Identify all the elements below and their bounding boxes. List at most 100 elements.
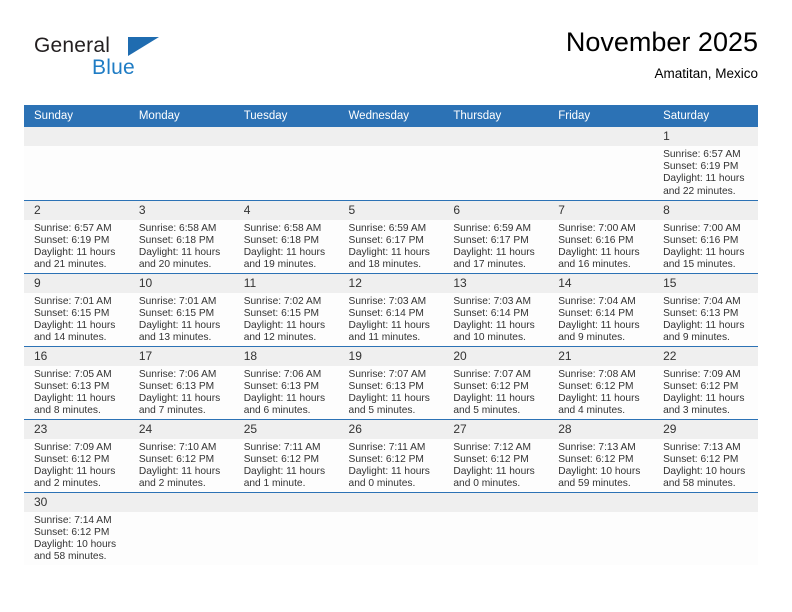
calendar-empty-cell bbox=[338, 492, 444, 565]
daylight-text-line1: Daylight: 11 hours bbox=[138, 392, 221, 404]
daylight-text-line2: and 59 minutes. bbox=[558, 478, 631, 490]
daylight-text-line1: Daylight: 11 hours bbox=[138, 319, 221, 331]
calendar-day-cell[interactable]: 15 Sunrise: 7:04 AM Sunset: 6:13 PM Dayligh… bbox=[653, 273, 758, 347]
day-number: 29 bbox=[653, 419, 758, 439]
day-number bbox=[338, 127, 444, 146]
calendar-day-cell[interactable]: 18 Sunrise: 7:06 AM Sunset: 6:13 PM Dayligh… bbox=[233, 346, 339, 420]
sunrise-text: Sunrise: 7:02 AM bbox=[243, 295, 322, 307]
day-number bbox=[24, 127, 129, 146]
sunset-text: Sunset: 6:12 PM bbox=[243, 453, 320, 465]
day-number: 9 bbox=[24, 273, 129, 293]
day-details: Sunrise: 7:07 AM Sunset: 6:12 PM Daylight:… bbox=[443, 366, 548, 418]
daylight-text-line1: Daylight: 11 hours bbox=[453, 392, 535, 404]
day-number bbox=[233, 492, 339, 512]
sunrise-text: Sunrise: 7:09 AM bbox=[663, 368, 741, 380]
calendar-day-cell[interactable]: 19 Sunrise: 7:07 AM Sunset: 6:13 PM Dayligh… bbox=[338, 346, 444, 420]
weekday-header-row: Sunday Monday Tuesday Wednesday Thursday… bbox=[24, 105, 758, 127]
calendar-empty-cell bbox=[338, 127, 444, 201]
day-details: Sunrise: 7:14 AM Sunset: 6:12 PM Daylight:… bbox=[24, 512, 129, 564]
day-details: Sunrise: 6:57 AM Sunset: 6:19 PM Daylight:… bbox=[653, 146, 758, 198]
day-number: 22 bbox=[653, 346, 758, 366]
sunset-text: Sunset: 6:19 PM bbox=[663, 161, 739, 173]
calendar-day-cell[interactable]: 27 Sunrise: 7:12 AM Sunset: 6:12 PM Dayligh… bbox=[443, 419, 549, 493]
daylight-text-line2: and 22 minutes. bbox=[663, 185, 736, 197]
calendar-day-cell[interactable]: 3 Sunrise: 6:58 AM Sunset: 6:18 PM Daylight… bbox=[128, 200, 234, 274]
calendar-day-cell[interactable]: 1 Sunrise: 6:57 AM Sunset: 6:19 PM Daylight… bbox=[653, 127, 758, 201]
calendar-day-cell[interactable]: 17 Sunrise: 7:06 AM Sunset: 6:13 PM Dayligh… bbox=[128, 346, 234, 420]
daylight-text-line2: and 15 minutes. bbox=[663, 259, 736, 271]
daylight-text-line1: Daylight: 11 hours bbox=[663, 173, 745, 185]
daylight-text-line1: Daylight: 11 hours bbox=[34, 465, 116, 477]
daylight-text-line2: and 21 minutes. bbox=[34, 259, 107, 271]
daylight-text-line2: and 5 minutes. bbox=[453, 405, 521, 417]
sunrise-text: Sunrise: 7:11 AM bbox=[243, 441, 321, 453]
calendar-day-cell[interactable]: 20 Sunrise: 7:07 AM Sunset: 6:12 PM Dayligh… bbox=[443, 346, 549, 420]
daylight-text-line1: Daylight: 11 hours bbox=[558, 319, 640, 331]
calendar-day-cell[interactable]: 28 Sunrise: 7:13 AM Sunset: 6:12 PM Dayligh… bbox=[548, 419, 654, 493]
sunrise-text: Sunrise: 7:05 AM bbox=[34, 368, 112, 380]
day-details: Sunrise: 7:01 AM Sunset: 6:15 PM Daylight:… bbox=[24, 293, 129, 345]
calendar-day-cell[interactable]: 4 Sunrise: 6:58 AM Sunset: 6:18 PM Daylight… bbox=[233, 200, 339, 274]
day-number: 18 bbox=[233, 346, 339, 366]
day-details: Sunrise: 7:06 AM Sunset: 6:13 PM Daylight:… bbox=[234, 366, 339, 418]
daylight-text-line1: Daylight: 10 hours bbox=[34, 538, 117, 550]
daylight-text-line2: and 2 minutes. bbox=[138, 478, 206, 490]
calendar-day-cell[interactable]: 6 Sunrise: 6:59 AM Sunset: 6:17 PM Daylight… bbox=[443, 200, 549, 274]
daylight-text-line1: Daylight: 11 hours bbox=[453, 246, 535, 258]
sunset-text: Sunset: 6:12 PM bbox=[453, 453, 529, 465]
daylight-text-line2: and 0 minutes. bbox=[453, 478, 521, 490]
weekday-header-sunday: Sunday bbox=[24, 105, 129, 127]
sunrise-text: Sunrise: 6:59 AM bbox=[453, 222, 531, 234]
daylight-text-line1: Daylight: 11 hours bbox=[348, 246, 430, 258]
day-details: Sunrise: 7:07 AM Sunset: 6:13 PM Daylight:… bbox=[339, 366, 444, 418]
sunrise-text: Sunrise: 7:10 AM bbox=[138, 441, 217, 453]
page-title: November 2025 bbox=[565, 27, 758, 57]
daylight-text-line1: Daylight: 11 hours bbox=[348, 392, 430, 404]
weekday-header-tuesday: Tuesday bbox=[233, 105, 339, 127]
sunset-text: Sunset: 6:12 PM bbox=[558, 380, 634, 392]
weekday-header-friday: Friday bbox=[548, 105, 654, 127]
calendar-empty-cell bbox=[443, 492, 549, 565]
daylight-text-line2: and 10 minutes. bbox=[453, 332, 526, 344]
sunset-text: Sunset: 6:14 PM bbox=[453, 307, 529, 319]
day-details: Sunrise: 7:06 AM Sunset: 6:13 PM Daylight:… bbox=[129, 366, 234, 418]
calendar-day-cell[interactable]: 12 Sunrise: 7:03 AM Sunset: 6:14 PM Dayligh… bbox=[338, 273, 444, 347]
sunrise-text: Sunrise: 7:06 AM bbox=[243, 368, 322, 380]
calendar-day-cell[interactable]: 8 Sunrise: 7:00 AM Sunset: 6:16 PM Daylight… bbox=[653, 200, 758, 274]
calendar-empty-cell bbox=[128, 127, 234, 201]
daylight-text-line2: and 11 minutes. bbox=[348, 332, 421, 344]
calendar-day-cell[interactable]: 23 Sunrise: 7:09 AM Sunset: 6:12 PM Dayligh… bbox=[24, 419, 129, 493]
daylight-text-line2: and 13 minutes. bbox=[138, 332, 212, 344]
daylight-text-line2: and 9 minutes. bbox=[663, 332, 730, 344]
calendar-day-cell[interactable]: 30 Sunrise: 7:14 AM Sunset: 6:12 PM Dayligh… bbox=[24, 492, 129, 565]
calendar-day-cell[interactable]: 24 Sunrise: 7:10 AM Sunset: 6:12 PM Dayligh… bbox=[128, 419, 234, 493]
sunrise-text: Sunrise: 7:06 AM bbox=[138, 368, 217, 380]
calendar-day-cell[interactable]: 10 Sunrise: 7:01 AM Sunset: 6:15 PM Dayligh… bbox=[128, 273, 234, 347]
sunrise-text: Sunrise: 7:00 AM bbox=[663, 222, 741, 234]
day-details: Sunrise: 7:04 AM Sunset: 6:13 PM Daylight:… bbox=[653, 293, 758, 345]
calendar-day-cell[interactable]: 14 Sunrise: 7:04 AM Sunset: 6:14 PM Dayligh… bbox=[548, 273, 654, 347]
day-number bbox=[338, 492, 444, 512]
calendar-day-cell[interactable]: 16 Sunrise: 7:05 AM Sunset: 6:13 PM Dayligh… bbox=[24, 346, 129, 420]
calendar-day-cell[interactable]: 11 Sunrise: 7:02 AM Sunset: 6:15 PM Dayligh… bbox=[233, 273, 339, 347]
calendar-body: 1 Sunrise: 6:57 AM Sunset: 6:19 PM Daylight… bbox=[24, 127, 758, 565]
calendar-day-cell[interactable]: 9 Sunrise: 7:01 AM Sunset: 6:15 PM Daylight… bbox=[24, 273, 129, 347]
calendar-day-cell[interactable]: 5 Sunrise: 6:59 AM Sunset: 6:17 PM Daylight… bbox=[338, 200, 444, 274]
calendar-day-cell[interactable]: 26 Sunrise: 7:11 AM Sunset: 6:12 PM Dayligh… bbox=[338, 419, 444, 493]
calendar-day-cell[interactable]: 29 Sunrise: 7:13 AM Sunset: 6:12 PM Dayligh… bbox=[653, 419, 758, 493]
calendar-day-cell[interactable]: 7 Sunrise: 7:00 AM Sunset: 6:16 PM Daylight… bbox=[548, 200, 654, 274]
day-number bbox=[443, 492, 549, 512]
daylight-text-line1: Daylight: 11 hours bbox=[34, 319, 116, 331]
sunrise-text: Sunrise: 7:07 AM bbox=[453, 368, 531, 380]
daylight-text-line1: Daylight: 11 hours bbox=[243, 246, 326, 258]
calendar-day-cell[interactable]: 13 Sunrise: 7:03 AM Sunset: 6:14 PM Dayligh… bbox=[443, 273, 549, 347]
calendar-week-row: 16 Sunrise: 7:05 AM Sunset: 6:13 PM Dayligh… bbox=[24, 346, 758, 420]
sunrise-text: Sunrise: 7:08 AM bbox=[558, 368, 636, 380]
day-details: Sunrise: 6:59 AM Sunset: 6:17 PM Daylight:… bbox=[339, 220, 444, 272]
calendar-day-cell[interactable]: 21 Sunrise: 7:08 AM Sunset: 6:12 PM Dayligh… bbox=[548, 346, 654, 420]
calendar-day-cell[interactable]: 25 Sunrise: 7:11 AM Sunset: 6:12 PM Dayligh… bbox=[233, 419, 339, 493]
calendar-day-cell[interactable]: 22 Sunrise: 7:09 AM Sunset: 6:12 PM Dayligh… bbox=[653, 346, 758, 420]
daylight-text-line1: Daylight: 11 hours bbox=[243, 465, 326, 477]
sunset-text: Sunset: 6:12 PM bbox=[663, 380, 739, 392]
calendar-day-cell[interactable]: 2 Sunrise: 6:57 AM Sunset: 6:19 PM Daylight… bbox=[24, 200, 129, 274]
